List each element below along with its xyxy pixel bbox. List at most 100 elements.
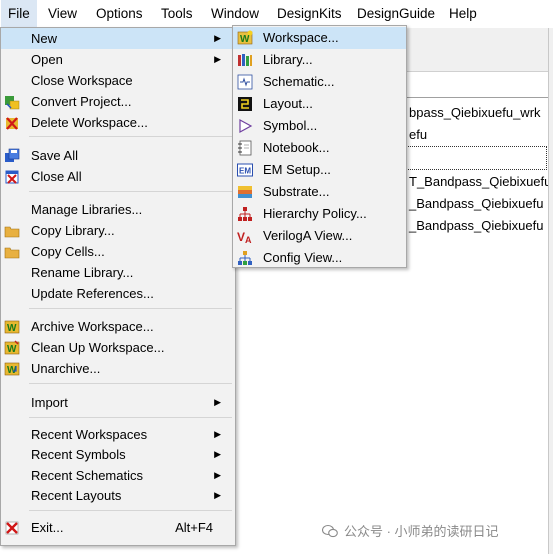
submenu-item-schematic[interactable]: Schematic... <box>233 71 406 93</box>
tree-row[interactable]: _Bandpass_Qiebixuefu <box>409 216 543 236</box>
menu-file[interactable]: File <box>1 0 37 27</box>
submenu-arrow-icon: ▶ <box>214 397 221 407</box>
new-submenu: W Workspace... Library... Schematic... L… <box>232 25 407 268</box>
menu-item-label: Recent Symbols <box>31 447 126 462</box>
svg-text:W: W <box>7 344 17 355</box>
menu-item-update-references[interactable]: Update References... <box>1 283 235 304</box>
unarchive-icon: W <box>4 361 20 377</box>
menu-window[interactable]: Window <box>204 0 266 27</box>
menu-item-label: Import <box>31 395 68 410</box>
menu-item-open[interactable]: Open ▶ <box>1 49 235 70</box>
menu-item-label: Save All <box>31 148 78 163</box>
menu-item-label: Exit... <box>31 520 64 535</box>
tree-row[interactable]: bpass_Qiebixuefu_wrk <box>409 103 541 123</box>
menu-item-convert-project[interactable]: Convert Project... <box>1 91 235 112</box>
watermark-text: 公众号 · 小师弟的读研日记 <box>344 524 499 539</box>
menu-options[interactable]: Options <box>89 0 150 27</box>
menu-item-new[interactable]: New ▶ <box>1 28 235 49</box>
watermark: 公众号 · 小师弟的读研日记 <box>321 522 499 542</box>
window-edge <box>548 28 553 554</box>
symbol-icon <box>237 118 253 134</box>
menu-item-label: Convert Project... <box>31 94 132 109</box>
menu-item-label: Rename Library... <box>31 265 134 280</box>
menu-tools[interactable]: Tools <box>154 0 200 27</box>
tree-row[interactable]: efu <box>409 125 427 145</box>
menu-separator <box>29 308 232 309</box>
menu-item-label: Workspace... <box>263 30 339 45</box>
folder-icon <box>4 244 20 260</box>
convert-project-icon <box>4 94 20 110</box>
submenu-item-layout[interactable]: Layout... <box>233 93 406 115</box>
menu-separator <box>29 510 232 511</box>
menu-item-recent-layouts[interactable]: Recent Layouts ▶ <box>1 485 235 506</box>
menu-item-recent-schematics[interactable]: Recent Schematics ▶ <box>1 465 235 486</box>
submenu-item-substrate[interactable]: Substrate... <box>233 181 406 203</box>
delete-workspace-icon <box>4 115 20 131</box>
menu-item-archive-workspace[interactable]: W Archive Workspace... <box>1 316 235 337</box>
menu-item-label: Delete Workspace... <box>31 115 148 130</box>
menu-help[interactable]: Help <box>442 0 484 27</box>
menu-item-label: Substrate... <box>263 184 330 199</box>
submenu-item-symbol[interactable]: Symbol... <box>233 115 406 137</box>
menu-item-rename-library[interactable]: Rename Library... <box>1 262 235 283</box>
menu-item-recent-workspaces[interactable]: Recent Workspaces ▶ <box>1 424 235 445</box>
menu-item-clean-up-workspace[interactable]: W Clean Up Workspace... <box>1 337 235 358</box>
menu-item-label: New <box>31 31 58 46</box>
svg-text:A: A <box>245 235 252 244</box>
menu-view[interactable]: View <box>41 0 84 27</box>
menu-designkits[interactable]: DesignKits <box>270 0 349 27</box>
submenu-item-workspace[interactable]: W Workspace... <box>233 27 406 49</box>
menu-designguide[interactable]: DesignGuide <box>350 0 442 27</box>
menu-item-label: Update References... <box>31 286 154 301</box>
menu-bar: File View Options Tools Window DesignKit… <box>0 0 553 28</box>
tree-row-selected[interactable] <box>405 146 547 170</box>
menu-item-save-all[interactable]: Save All <box>1 145 235 166</box>
submenu-item-notebook[interactable]: Notebook... <box>233 137 406 159</box>
library-icon <box>237 52 253 68</box>
menu-item-label: Symbol... <box>263 118 318 133</box>
menu-item-label: EM Setup... <box>263 162 331 177</box>
menu-item-label: Config View... <box>263 250 343 265</box>
menu-item-label: Close All <box>31 169 82 184</box>
menu-item-close-all[interactable]: Close All <box>1 166 235 187</box>
svg-text:EM: EM <box>239 167 251 176</box>
menu-item-import[interactable]: Import ▶ <box>1 392 235 413</box>
menu-item-label: Open <box>31 52 63 67</box>
submenu-arrow-icon: ▶ <box>214 449 221 459</box>
svg-text:V: V <box>237 230 245 244</box>
menu-item-label: Archive Workspace... <box>31 319 154 334</box>
hierarchy-policy-icon <box>237 206 253 222</box>
submenu-item-hierarchy-policy[interactable]: Hierarchy Policy... <box>233 203 406 225</box>
menu-item-label: Hierarchy Policy... <box>263 206 367 221</box>
menu-item-label: Copy Library... <box>31 223 115 238</box>
file-menu: New ▶ Open ▶ Close Workspace Convert Pro… <box>0 27 236 546</box>
menu-separator <box>29 191 232 192</box>
menu-item-label: Clean Up Workspace... <box>31 340 165 355</box>
menu-item-recent-symbols[interactable]: Recent Symbols ▶ <box>1 444 235 465</box>
submenu-item-em-setup[interactable]: EM EM Setup... <box>233 159 406 181</box>
menu-item-exit[interactable]: Exit... Alt+F4 <box>1 517 235 538</box>
menu-item-copy-library[interactable]: Copy Library... <box>1 220 235 241</box>
menu-item-unarchive[interactable]: W Unarchive... <box>1 358 235 379</box>
submenu-arrow-icon: ▶ <box>214 33 221 43</box>
menu-item-close-workspace[interactable]: Close Workspace <box>1 70 235 91</box>
submenu-item-config-view[interactable]: Config View... <box>233 247 406 269</box>
archive-workspace-icon: W <box>4 319 20 335</box>
svg-text:W: W <box>7 323 17 334</box>
menu-item-manage-libraries[interactable]: Manage Libraries... <box>1 199 235 220</box>
menu-item-label: Notebook... <box>263 140 330 155</box>
tree-row[interactable]: T_Bandpass_Qiebixuefu <box>409 172 551 192</box>
tree-row[interactable]: _Bandpass_Qiebixuefu <box>409 194 543 214</box>
config-view-icon <box>237 250 253 266</box>
submenu-arrow-icon: ▶ <box>214 490 221 500</box>
submenu-arrow-icon: ▶ <box>214 429 221 439</box>
save-all-icon <box>4 148 20 164</box>
svg-text:W: W <box>240 34 250 45</box>
menu-item-delete-workspace[interactable]: Delete Workspace... <box>1 112 235 133</box>
submenu-item-library[interactable]: Library... <box>233 49 406 71</box>
close-all-icon <box>4 169 20 185</box>
menu-item-copy-cells[interactable]: Copy Cells... <box>1 241 235 262</box>
submenu-item-veriloga-view[interactable]: VA VerilogA View... <box>233 225 406 247</box>
wechat-icon <box>321 524 338 538</box>
menu-item-shortcut: Alt+F4 <box>175 520 213 535</box>
